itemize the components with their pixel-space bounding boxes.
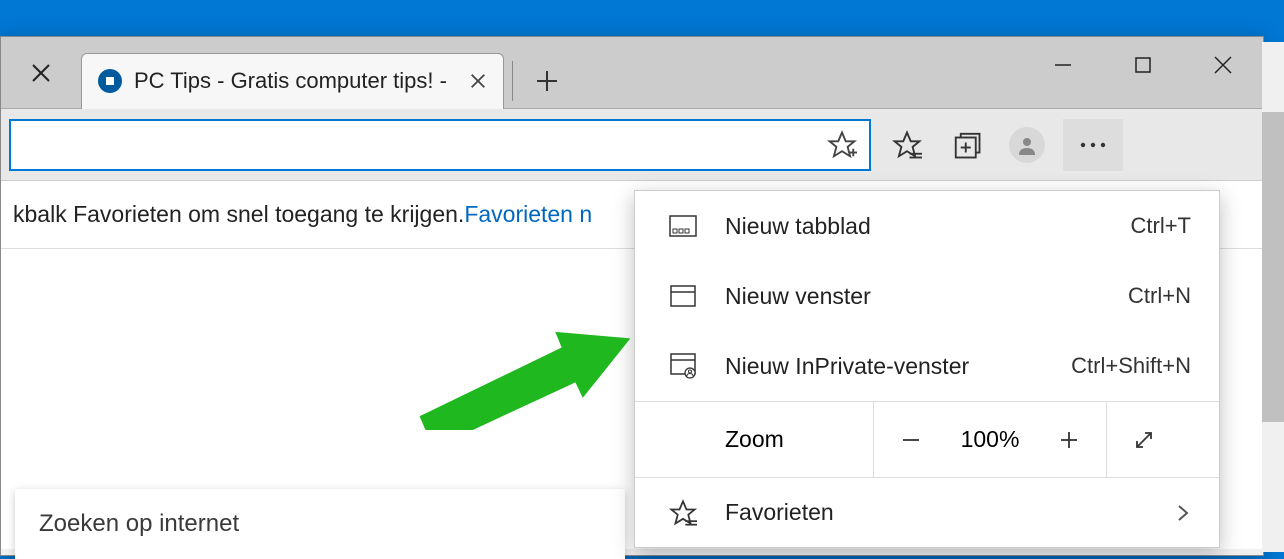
star-list-icon <box>663 499 703 527</box>
tab-title: PC Tips - Gratis computer tips! - <box>134 68 447 94</box>
more-icon <box>1079 141 1107 149</box>
minimize-button[interactable] <box>1023 37 1103 93</box>
menu-item-label: Nieuw InPrivate-venster <box>725 353 1071 380</box>
new-tab-icon <box>663 215 703 237</box>
zoom-value: 100% <box>948 426 1032 453</box>
close-window-button[interactable] <box>1183 37 1263 93</box>
search-placeholder: Zoeken op internet <box>39 510 239 538</box>
menu-item-label: Nieuw tabblad <box>725 213 1131 240</box>
window-icon <box>663 285 703 307</box>
active-tab[interactable]: PC Tips - Gratis computer tips! - <box>81 53 504 109</box>
collections-icon <box>952 130 982 160</box>
menu-zoom-row: Zoom 100% <box>635 401 1219 477</box>
minimize-icon <box>1053 55 1073 75</box>
menu-new-tab[interactable]: Nieuw tabblad Ctrl+T <box>635 191 1219 261</box>
menu-item-label: Nieuw venster <box>725 283 1128 310</box>
close-icon <box>1212 54 1234 76</box>
favorite-star-button[interactable] <box>827 130 857 160</box>
menu-item-shortcut: Ctrl+Shift+N <box>1071 353 1191 379</box>
plus-icon <box>533 67 561 95</box>
scrollbar-thumb[interactable] <box>1262 112 1284 422</box>
favorites-hint-text: kbalk Favorieten om snel toegang te krij… <box>13 201 464 228</box>
favorites-button[interactable] <box>883 121 931 169</box>
avatar-icon <box>1009 127 1045 163</box>
maximize-icon <box>1134 56 1152 74</box>
menu-new-inprivate[interactable]: Nieuw InPrivate-venster Ctrl+Shift+N <box>635 331 1219 401</box>
address-bar[interactable] <box>9 119 871 171</box>
address-toolbar <box>1 109 1263 181</box>
minus-icon <box>900 429 922 451</box>
collections-button[interactable] <box>943 121 991 169</box>
new-tab-button[interactable] <box>533 51 561 95</box>
fullscreen-button[interactable] <box>1107 402 1181 478</box>
menu-item-label: Favorieten <box>725 499 1175 526</box>
close-icon[interactable] <box>469 72 487 90</box>
star-plus-icon <box>827 130 857 160</box>
maximize-button[interactable] <box>1103 37 1183 93</box>
scrollbar[interactable] <box>1262 42 1284 552</box>
menu-new-window[interactable]: Nieuw venster Ctrl+N <box>635 261 1219 331</box>
window-controls <box>1023 37 1263 93</box>
favicon <box>98 69 122 93</box>
zoom-label: Zoom <box>663 426 873 453</box>
profile-button[interactable] <box>1003 121 1051 169</box>
menu-favorites[interactable]: Favorieten <box>635 477 1219 547</box>
menu-item-shortcut: Ctrl+N <box>1128 283 1191 309</box>
settings-dropdown-menu: Nieuw tabblad Ctrl+T Nieuw venster Ctrl+… <box>634 190 1220 548</box>
search-box[interactable]: Zoeken op internet <box>15 489 625 559</box>
zoom-out-button[interactable] <box>874 402 948 478</box>
chevron-right-icon <box>1175 501 1191 525</box>
settings-menu-button[interactable] <box>1063 119 1123 171</box>
plus-icon <box>1058 429 1080 451</box>
titlebar: PC Tips - Gratis computer tips! - <box>1 37 1263 109</box>
inprivate-icon <box>663 353 703 379</box>
favorites-hint-link[interactable]: Favorieten n <box>464 201 592 228</box>
tab-divider <box>512 61 513 101</box>
prev-tab-close-button[interactable] <box>1 63 81 83</box>
zoom-in-button[interactable] <box>1032 402 1106 478</box>
star-list-icon <box>892 130 922 160</box>
menu-item-shortcut: Ctrl+T <box>1131 213 1192 239</box>
fullscreen-icon <box>1132 428 1156 452</box>
close-icon <box>31 63 51 83</box>
